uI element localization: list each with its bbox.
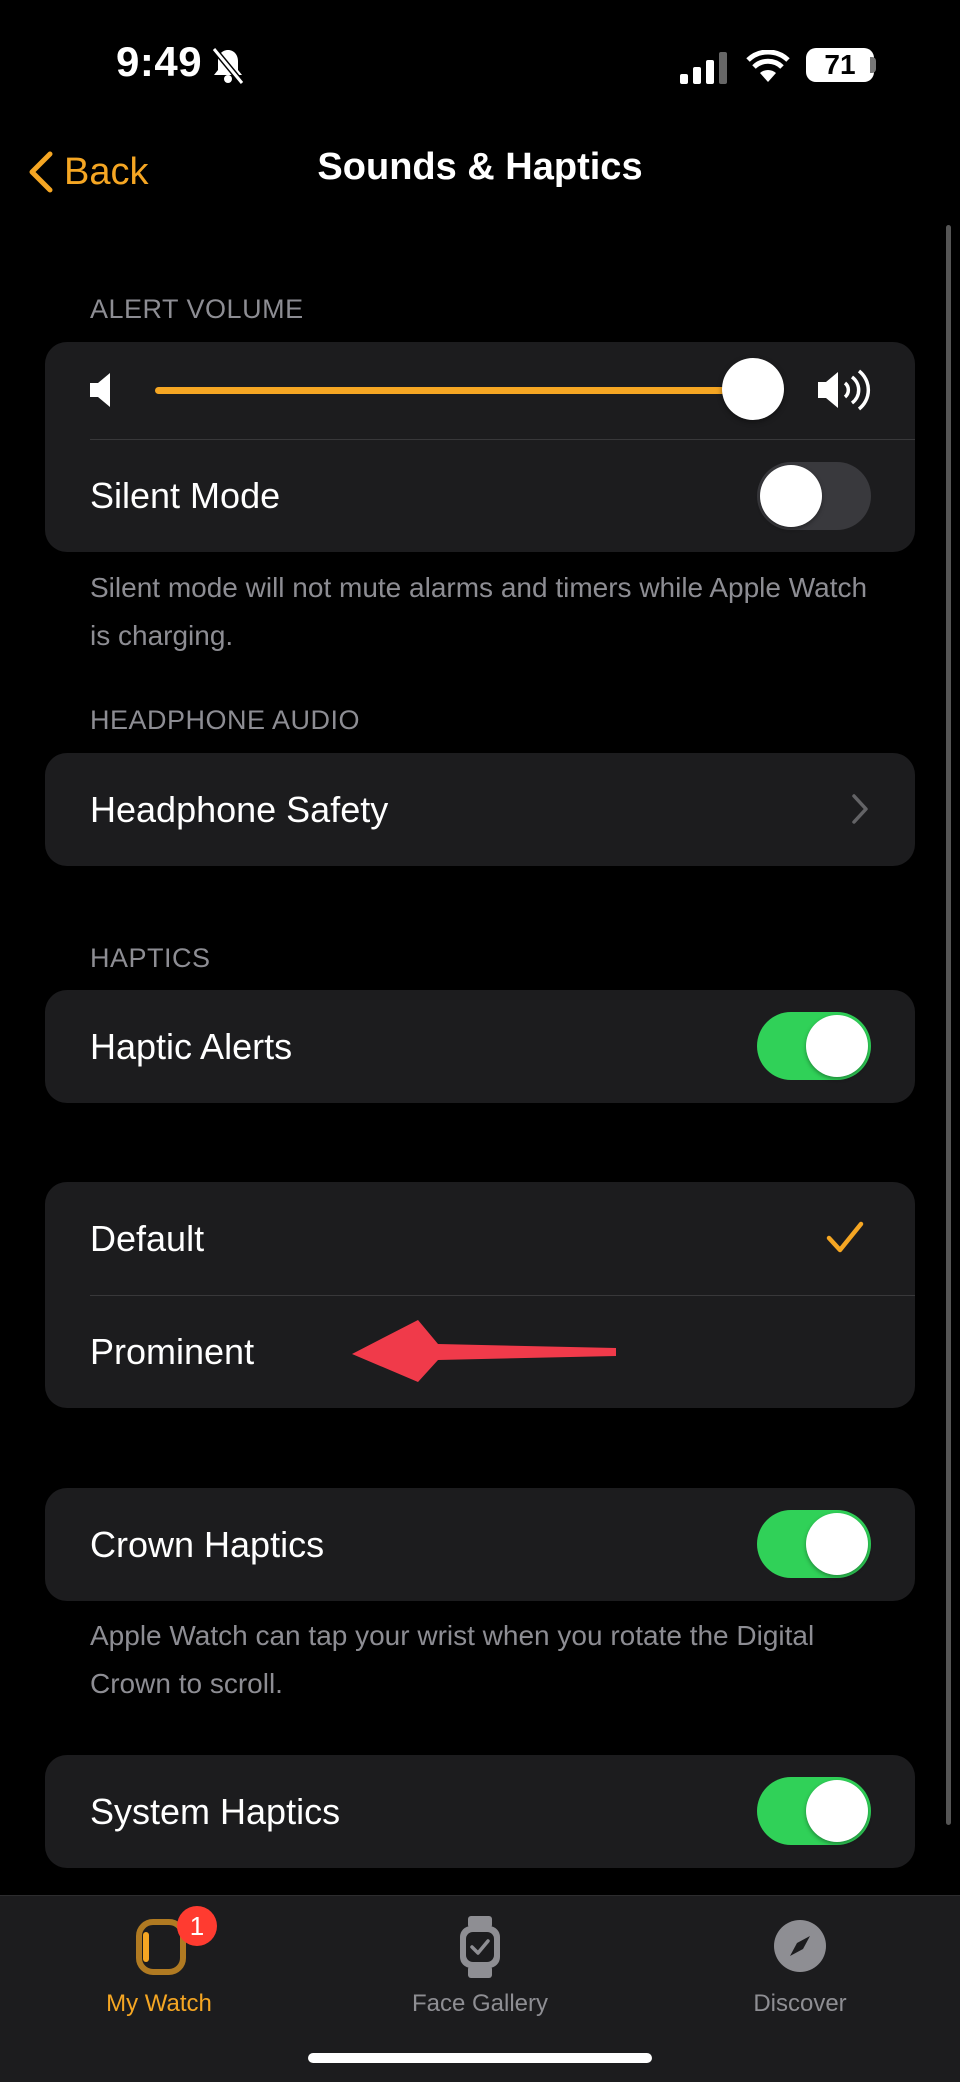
headphone-safety-label: Headphone Safety	[90, 789, 389, 830]
bell-slash-icon	[211, 47, 245, 85]
silent-mode-footer: Silent mode will not mute alarms and tim…	[90, 572, 868, 651]
battery-tip	[870, 57, 876, 73]
section-header-headphone-audio: HEADPHONE AUDIO	[90, 705, 361, 735]
watch-face-icon	[460, 1916, 500, 1978]
toggle-knob	[760, 465, 822, 527]
battery-icon: 71	[806, 48, 874, 82]
tab-label-my-watch: My Watch	[106, 1990, 212, 2017]
tab-discover[interactable]: Discover	[680, 1896, 920, 2046]
tab-label-face-gallery: Face Gallery	[411, 1990, 549, 2017]
toggle-knob	[806, 1015, 868, 1077]
headphone-safety-row[interactable]: Headphone Safety	[45, 753, 915, 866]
section-header-haptics: HAPTICS	[90, 943, 211, 973]
tab-face-gallery[interactable]: Face Gallery	[360, 1896, 600, 2046]
option-default[interactable]: Default	[45, 1182, 915, 1295]
crown-haptics-footer: Apple Watch can tap your wrist when you …	[90, 1620, 815, 1699]
toggle-knob	[806, 1513, 868, 1575]
annotation-arrow	[352, 1320, 616, 1382]
silent-mode-label: Silent Mode	[90, 475, 281, 516]
cellular-signal-icon	[680, 52, 727, 84]
volume-slider-thumb[interactable]	[722, 358, 784, 420]
compass-icon	[774, 1920, 826, 1972]
notification-badge: 1	[177, 1906, 217, 1946]
haptic-alerts-label: Haptic Alerts	[90, 1026, 293, 1067]
home-indicator[interactable]	[308, 2053, 652, 2063]
speaker-high-icon	[818, 369, 871, 411]
crown-haptics-row: Crown Haptics	[45, 1488, 915, 1601]
wifi-icon	[746, 50, 790, 82]
alert-volume-card: Silent Mode	[45, 342, 915, 552]
toggle-knob	[806, 1780, 868, 1842]
chevron-right-icon	[852, 794, 868, 824]
status-time: 9:49	[116, 38, 203, 85]
divider	[90, 439, 915, 440]
tab-label-discover: Discover	[753, 1990, 847, 2017]
speaker-low-icon	[90, 373, 110, 407]
silent-mode-toggle[interactable]	[757, 462, 871, 530]
system-haptics-toggle[interactable]	[757, 1777, 871, 1845]
page-title: Sounds & Haptics	[317, 146, 643, 188]
system-haptics-row: System Haptics	[45, 1755, 915, 1868]
crown-haptics-toggle[interactable]	[757, 1510, 871, 1578]
haptic-alerts-toggle[interactable]	[757, 1012, 871, 1080]
option-default-label: Default	[90, 1218, 205, 1259]
volume-slider-track[interactable]	[155, 387, 755, 394]
section-header-alert-volume: ALERT VOLUME	[90, 294, 304, 324]
tab-my-watch[interactable]: 1 My Watch	[39, 1896, 279, 2046]
haptic-alerts-row: Haptic Alerts	[45, 990, 915, 1103]
crown-haptics-label: Crown Haptics	[90, 1524, 325, 1565]
scrollbar[interactable]	[946, 225, 951, 1825]
checkmark-icon	[826, 1221, 864, 1253]
option-prominent-label: Prominent	[90, 1331, 255, 1372]
system-haptics-label: System Haptics	[90, 1791, 341, 1832]
